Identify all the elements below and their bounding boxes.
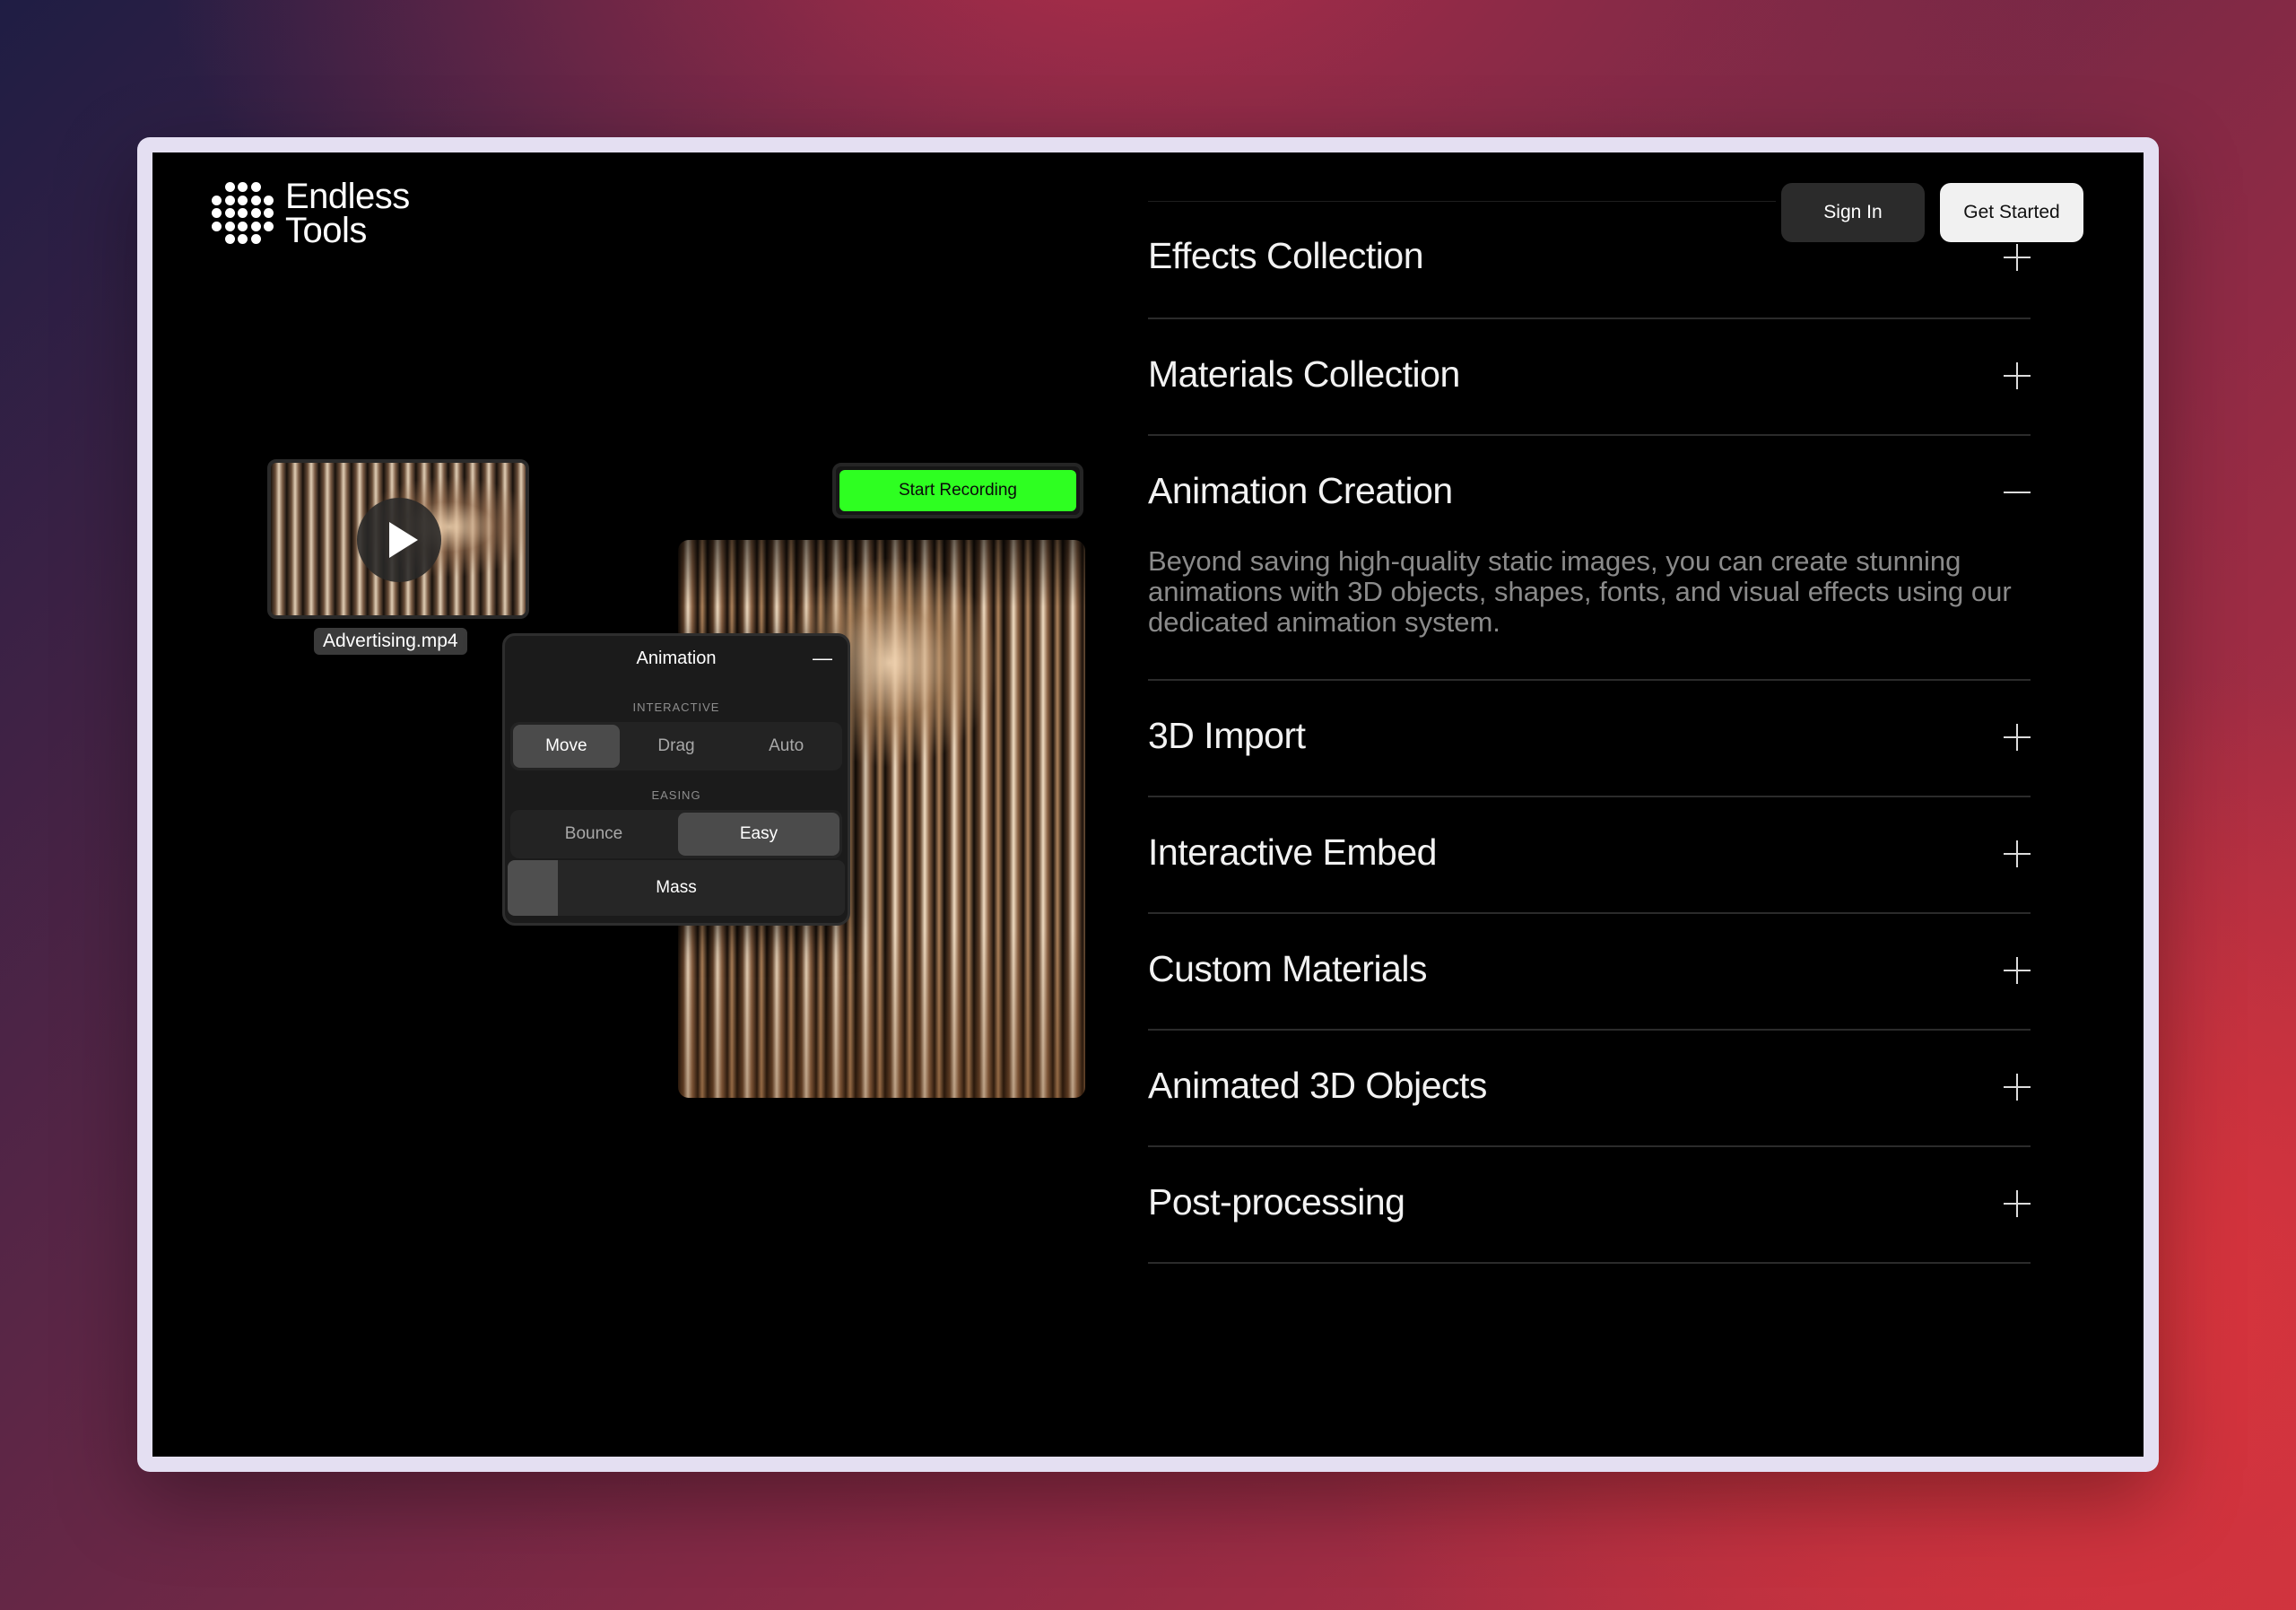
expand-plus-icon[interactable] [2004, 1074, 2031, 1101]
interactive-option-move[interactable]: Move [513, 725, 620, 768]
logo-dot [224, 221, 235, 231]
logo-dot [224, 195, 235, 205]
logo-dot [238, 208, 248, 218]
website-screen: Endless Tools Sign In Get Started Advert… [152, 152, 2144, 1457]
logo-dot [264, 208, 274, 218]
minimize-icon[interactable]: — [812, 648, 833, 670]
logo-dot [264, 195, 274, 205]
interactive-option-drag[interactable]: Drag [623, 725, 730, 768]
brand-name: Endless Tools [285, 177, 410, 250]
easing-option-easy[interactable]: Easy [678, 813, 839, 856]
accordion-item[interactable]: Custom Materials [1148, 912, 2031, 1031]
logo-dot [212, 208, 222, 218]
accordion-item-title: Interactive Embed [1148, 831, 1437, 873]
accordion-item[interactable]: Post-processing [1148, 1145, 2031, 1264]
expand-plus-icon[interactable] [2004, 362, 2031, 389]
interactive-option-auto[interactable]: Auto [733, 725, 839, 768]
accordion-item-description: Beyond saving high-quality static images… [1148, 545, 2012, 638]
mass-slider[interactable]: Mass [508, 860, 845, 916]
brand-name-line1: Endless [285, 177, 410, 216]
logo-dot [224, 182, 235, 192]
video-filename-label: Advertising.mp4 [314, 628, 467, 655]
expand-plus-icon[interactable] [2004, 1190, 2031, 1217]
logo-dot [224, 208, 235, 218]
logo-dot [250, 195, 261, 205]
accordion-item[interactable]: Animated 3D Objects [1148, 1029, 2031, 1147]
expand-plus-icon[interactable] [2004, 724, 2031, 751]
brand-logo[interactable]: Endless Tools [212, 177, 410, 250]
animation-panel-title: Animation [636, 648, 717, 668]
logo-dot [212, 221, 222, 231]
expand-plus-icon[interactable] [2004, 957, 2031, 984]
animation-panel: Animation — INTERACTIVE Move Drag Auto EAS… [502, 633, 850, 926]
logo-dot [250, 234, 261, 244]
interactive-section-label: INTERACTIVE [632, 701, 720, 714]
accordion-item-title: 3D Import [1148, 715, 1306, 756]
accordion-item-title: Effects Collection [1148, 235, 1424, 276]
easing-section-label: EASING [651, 788, 701, 802]
accordion-item-title: Materials Collection [1148, 353, 1460, 395]
logo-dot [238, 195, 248, 205]
dot-grid-logo-icon [212, 182, 274, 245]
logo-dot [238, 221, 248, 231]
logo-dot [264, 221, 274, 231]
easing-mode-selector: Bounce Easy [510, 810, 842, 858]
accordion-item-title: Post-processing [1148, 1181, 1405, 1223]
easing-option-bounce[interactable]: Bounce [513, 813, 674, 856]
accordion-item[interactable]: Effects Collection [1148, 152, 2031, 319]
logo-dot [238, 234, 248, 244]
brand-name-line2: Tools [285, 211, 367, 250]
accordion-item-title: Animated 3D Objects [1148, 1065, 1487, 1106]
expand-plus-icon[interactable] [2004, 840, 2031, 867]
record-button-wrapper: Start Recording [832, 463, 1083, 518]
expand-plus-icon[interactable] [2004, 244, 2031, 271]
accordion-item-title: Custom Materials [1148, 948, 1427, 989]
interactive-mode-selector: Move Drag Auto [510, 722, 842, 770]
play-icon[interactable] [357, 498, 441, 582]
logo-dot [212, 195, 222, 205]
video-thumbnail[interactable] [267, 459, 529, 619]
logo-dot [250, 208, 261, 218]
accordion-item[interactable]: Interactive Embed [1148, 796, 2031, 914]
logo-dot [250, 182, 261, 192]
accordion-item[interactable]: Materials Collection [1148, 318, 2031, 436]
collapse-minus-icon[interactable] [2004, 479, 2031, 506]
start-recording-button[interactable]: Start Recording [839, 470, 1076, 511]
accordion-item[interactable]: Animation Creation Beyond saving high-qua… [1148, 434, 2031, 681]
logo-dot [250, 221, 261, 231]
mass-slider-label: Mass [656, 878, 697, 897]
accordion-item[interactable]: 3D Import [1148, 679, 2031, 797]
accordion-item-title: Animation Creation [1148, 470, 1453, 511]
logo-dot [238, 182, 248, 192]
logo-dot [224, 234, 235, 244]
